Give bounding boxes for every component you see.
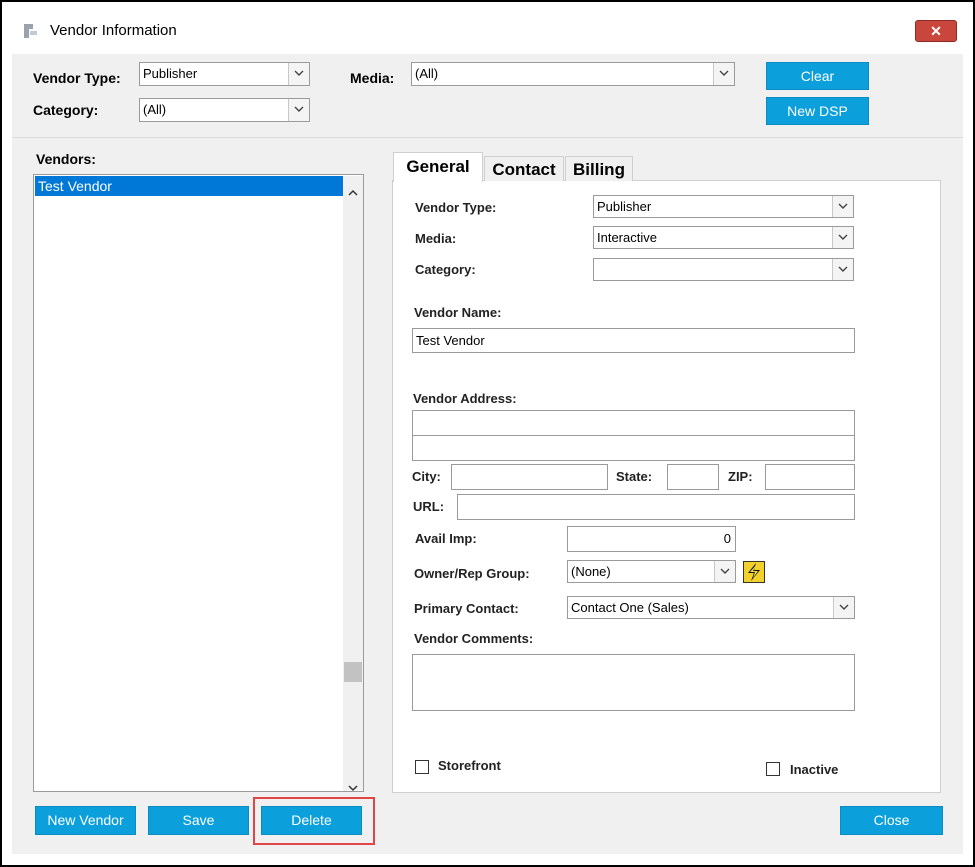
filter-separator (12, 137, 963, 138)
state-input[interactable] (667, 464, 719, 490)
delete-highlight-box (253, 797, 375, 845)
filter-media-label: Media: (350, 70, 395, 86)
vendor-address-label: Vendor Address: (413, 391, 517, 406)
chevron-down-icon[interactable] (348, 779, 358, 797)
vendor-name-label: Vendor Name: (414, 305, 502, 320)
vendor-list-item-label: Test Vendor (38, 178, 112, 194)
zip-input[interactable] (765, 464, 855, 490)
clear-button[interactable]: Clear (766, 62, 869, 90)
window-title: Vendor Information (50, 22, 177, 39)
vendor-name-input[interactable]: Test Vendor (412, 328, 855, 353)
chevron-down-icon (832, 196, 853, 217)
chevron-down-icon (832, 259, 853, 280)
chevron-down-icon (288, 99, 309, 121)
owner-rep-label: Owner/Rep Group: (414, 566, 530, 581)
vendor-type-select[interactable]: Publisher (593, 195, 854, 218)
owner-rep-value: (None) (571, 564, 611, 579)
media-select[interactable]: Interactive (593, 226, 854, 249)
tab-billing[interactable]: Billing (565, 156, 633, 181)
storefront-checkbox[interactable] (415, 760, 429, 774)
chevron-down-icon (714, 561, 735, 582)
primary-contact-label: Primary Contact: (414, 601, 519, 616)
chevron-up-icon[interactable] (348, 183, 358, 201)
primary-contact-value: Contact One (Sales) (571, 600, 689, 615)
chevron-down-icon (288, 63, 309, 85)
filter-vendor-type-select[interactable]: Publisher (139, 62, 310, 86)
avail-imp-value: 0 (723, 531, 731, 546)
tab-contact[interactable]: Contact (484, 156, 564, 181)
media-value: Interactive (597, 230, 657, 245)
city-input[interactable] (451, 464, 608, 490)
vendors-list[interactable]: Test Vendor (33, 174, 364, 792)
storefront-label: Storefront (438, 758, 501, 773)
chevron-down-icon (832, 227, 853, 248)
inactive-checkbox[interactable] (766, 762, 780, 776)
close-button[interactable]: Close (840, 806, 943, 835)
filter-vendor-type-value: Publisher (143, 66, 198, 81)
window-close-button[interactable]: ✕ (915, 20, 957, 42)
address-line1-input[interactable] (412, 410, 855, 436)
category-select[interactable] (593, 258, 854, 281)
url-label: URL: (413, 499, 445, 514)
filter-category-label: Category: (33, 102, 99, 118)
filter-media-value: (All) (415, 66, 439, 81)
owner-rep-select[interactable]: (None) (567, 560, 736, 583)
vendor-name-value: Test Vendor (416, 333, 485, 348)
media-label: Media: (415, 231, 457, 246)
vendor-comments-textarea[interactable] (412, 654, 855, 711)
vendor-comments-label: Vendor Comments: (414, 631, 534, 646)
zip-label: ZIP: (728, 469, 753, 484)
inactive-label: Inactive (790, 762, 839, 777)
url-input[interactable] (457, 494, 855, 520)
chevron-down-icon (833, 597, 854, 618)
filter-vendor-type-label: Vendor Type: (33, 70, 121, 86)
address-line2-input[interactable] (412, 435, 855, 461)
avail-imp-label: Avail Imp: (415, 531, 477, 546)
category-label: Category: (415, 262, 476, 277)
new-vendor-button[interactable]: New Vendor (35, 806, 136, 835)
vendor-type-value: Publisher (597, 199, 652, 214)
filter-media-select[interactable]: (All) (411, 62, 735, 86)
vendors-label: Vendors: (36, 151, 96, 167)
primary-contact-select[interactable]: Contact One (Sales) (567, 596, 855, 619)
new-dsp-button[interactable]: New DSP (766, 97, 869, 125)
scrollbar-thumb[interactable] (344, 662, 362, 682)
state-label: State: (616, 469, 653, 484)
tab-general[interactable]: General (393, 152, 483, 182)
filter-category-value: (All) (143, 102, 167, 117)
vendors-scrollbar[interactable] (343, 176, 363, 792)
vendor-list-item[interactable]: Test Vendor (35, 176, 343, 196)
lightning-icon[interactable] (743, 561, 765, 583)
close-icon: ✕ (930, 23, 942, 39)
vendor-type-label: Vendor Type: (415, 200, 497, 215)
chevron-down-icon (713, 63, 734, 85)
app-icon (23, 23, 39, 39)
save-button[interactable]: Save (148, 806, 249, 835)
avail-imp-input[interactable]: 0 (567, 526, 736, 552)
filter-category-select[interactable]: (All) (139, 98, 310, 122)
city-label: City: (412, 469, 441, 484)
